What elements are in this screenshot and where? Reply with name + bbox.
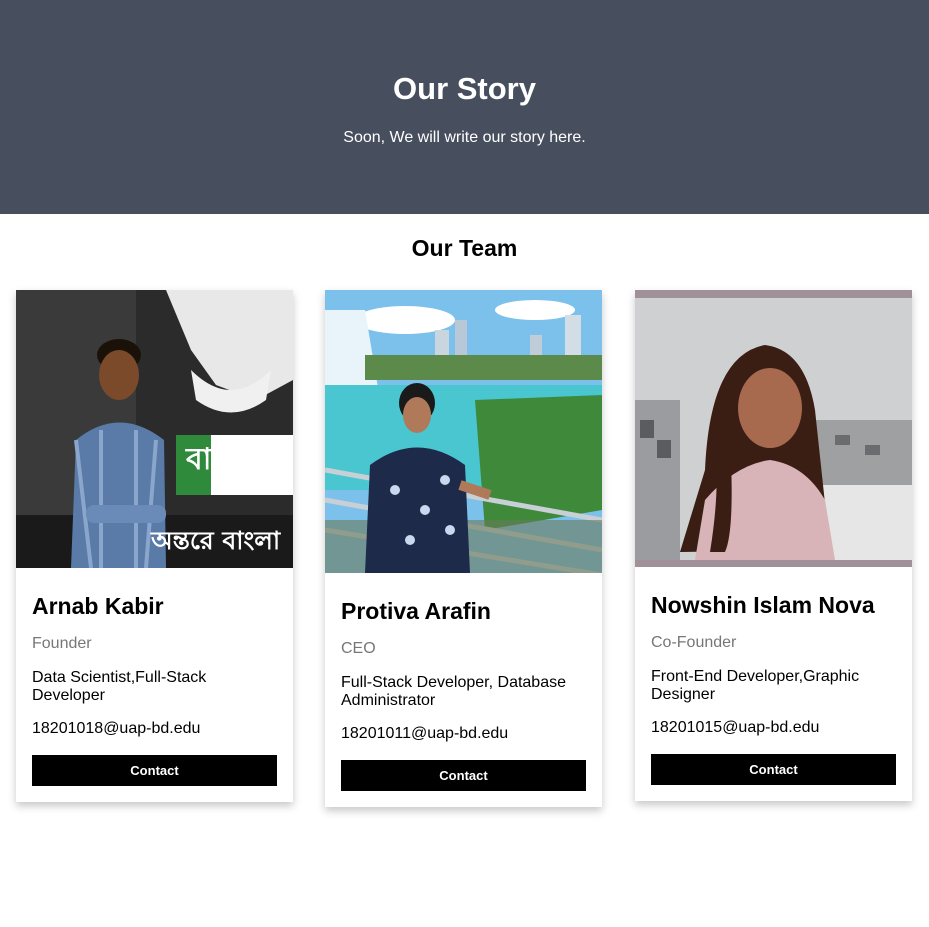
member-description: Data Scientist,Full-Stack Developer bbox=[32, 669, 207, 704]
member-email: 18201011@uap-bd.edu bbox=[341, 725, 509, 742]
photo-sign-text: বাংলা bbox=[186, 442, 256, 477]
hero-section: Our Story Soon, We will write our story … bbox=[0, 0, 929, 214]
photo-banner-text: অন্তরে বাংলা bbox=[151, 526, 281, 555]
member-role: CEO bbox=[341, 640, 376, 657]
contact-button[interactable]: Contact bbox=[341, 760, 586, 791]
hero-subtitle: Soon, We will write our story here. bbox=[343, 129, 586, 146]
member-name: Nowshin Islam Nova bbox=[651, 592, 875, 618]
card-body: Arnab Kabir Founder Data Scientist,Full-… bbox=[16, 592, 293, 802]
team-card-arnab: বাংলা অন্তরে বাংলা Arnab Kabir Founder D… bbox=[16, 290, 293, 802]
team-card-protiva: Protiva Arafin CEO Full-Stack Developer,… bbox=[325, 290, 602, 807]
team-card-nowshin: Nowshin Islam Nova Co-Founder Front-End … bbox=[635, 290, 912, 801]
member-description: Front-End Developer,Graphic Designer bbox=[651, 668, 860, 703]
member-photo bbox=[325, 290, 602, 573]
member-photo-image bbox=[635, 290, 912, 567]
member-role: Founder bbox=[32, 635, 92, 652]
member-photo-image bbox=[325, 290, 602, 573]
member-email: 18201015@uap-bd.edu bbox=[651, 719, 820, 736]
hero-title: Our Story bbox=[393, 71, 536, 106]
member-name: Protiva Arafin bbox=[341, 598, 491, 624]
member-role: Co-Founder bbox=[651, 634, 737, 651]
team-title: Our Team bbox=[411, 235, 518, 261]
contact-button[interactable]: Contact bbox=[651, 754, 896, 785]
member-photo bbox=[635, 290, 912, 567]
member-photo: বাংলা অন্তরে বাংলা bbox=[16, 290, 293, 568]
member-email: 18201018@uap-bd.edu bbox=[32, 720, 201, 737]
member-description: Full-Stack Developer, Database Administr… bbox=[341, 674, 566, 709]
card-body: Nowshin Islam Nova Co-Founder Front-End … bbox=[635, 591, 912, 801]
member-name: Arnab Kabir bbox=[32, 593, 164, 619]
card-body: Protiva Arafin CEO Full-Stack Developer,… bbox=[325, 597, 602, 807]
contact-button[interactable]: Contact bbox=[32, 755, 277, 786]
